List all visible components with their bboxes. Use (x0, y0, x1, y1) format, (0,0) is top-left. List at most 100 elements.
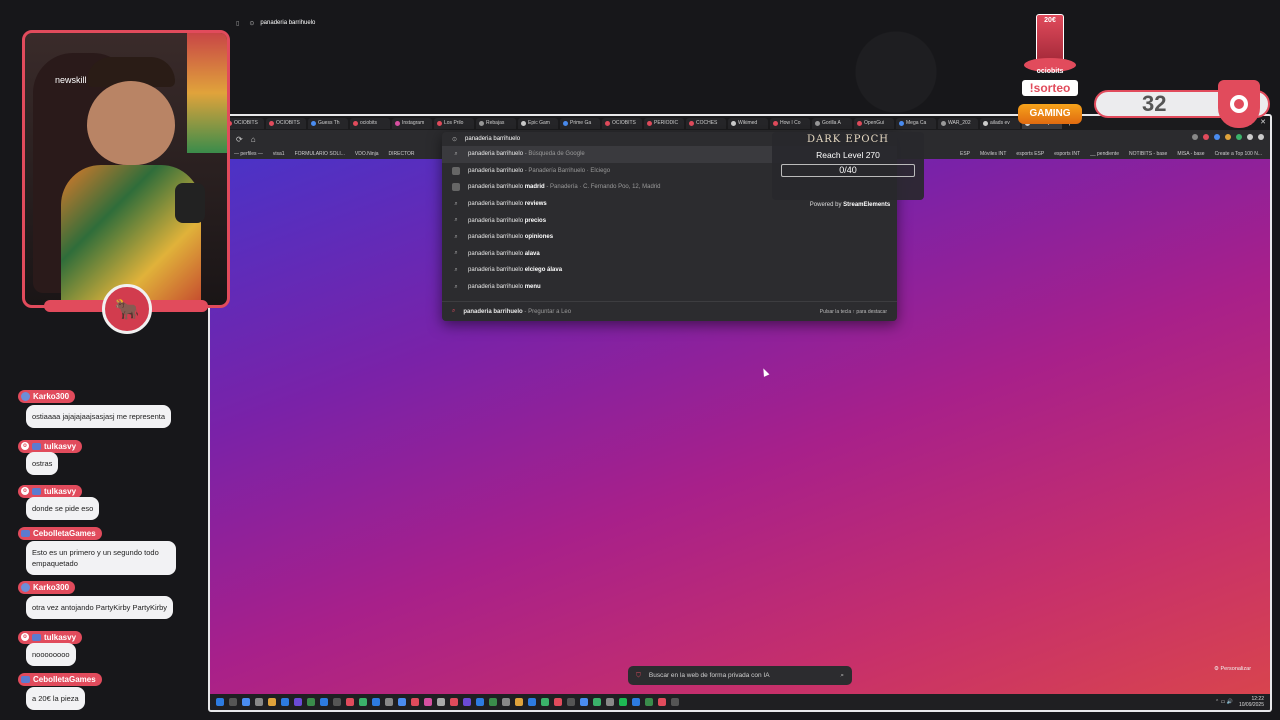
leo-row[interactable]: ⌕ panaderia barrihuelo - Preguntar a Leo… (442, 301, 897, 321)
browser-tab[interactable]: COCHES (686, 117, 726, 129)
suggestion-item[interactable]: ⌕ panaderia barrihuelo alava (442, 246, 897, 263)
browser-tab[interactable]: WAR_202 (938, 117, 978, 129)
taskbar-app-icon[interactable] (554, 698, 562, 706)
extension-icon[interactable] (1236, 134, 1242, 140)
taskbar-app-icon[interactable] (268, 698, 276, 706)
browser-tab[interactable]: Rebajas (476, 117, 516, 129)
bookmark-item[interactable]: Móviles INT (980, 151, 1006, 157)
taskbar-app-icon[interactable] (450, 698, 458, 706)
extension-icon[interactable] (1214, 134, 1220, 140)
tray-icons[interactable]: ⌃ ▭ 🔊 (1215, 699, 1233, 705)
taskbar-app-icon[interactable] (307, 698, 315, 706)
taskbar-app-icon[interactable] (567, 698, 575, 706)
suggestion-item[interactable]: ⌕ panaderia barrihuelo opiniones (442, 229, 897, 246)
taskbar-app-icon[interactable] (489, 698, 497, 706)
bookmark-item[interactable]: FORMULARIO SOLI... (295, 151, 345, 157)
chat-message: o tulkasvy donde se pide eso (18, 479, 100, 520)
tab-label: Wikimed (738, 120, 758, 126)
browser-tab[interactable]: PERIODIC (644, 117, 684, 129)
taskbar-app-icon[interactable] (437, 698, 445, 706)
bookmark-item[interactable]: — perfiles — (234, 151, 263, 157)
browser-tab[interactable]: OCIOBITS (266, 117, 306, 129)
tab-favicon-icon (773, 120, 778, 126)
bookmark-item[interactable]: ESP (960, 151, 970, 157)
search-icon[interactable]: ⌕ (840, 672, 844, 680)
bookmark-item[interactable]: visa1 (273, 151, 285, 157)
taskbar-app-icon[interactable] (385, 698, 393, 706)
brand-label: ociobits (1036, 68, 1064, 75)
taskbar-app-icon[interactable] (398, 698, 406, 706)
taskbar-app-icon[interactable] (528, 698, 536, 706)
bookmark-item[interactable]: VDO.Ninja (355, 151, 379, 157)
taskbar-app-icon[interactable] (294, 698, 302, 706)
taskbar-app-icon[interactable] (320, 698, 328, 706)
browser-tab[interactable]: OCIOBITS (224, 117, 264, 129)
private-search-bar[interactable]: ⛉ Buscar en la web de forma privada con … (628, 666, 852, 685)
suggestion-item[interactable]: ⌕ panaderia barrihuelo menu (442, 279, 897, 296)
home-icon[interactable]: ⌂ (251, 135, 256, 144)
taskbar-app-icon[interactable] (216, 698, 224, 706)
taskbar-app-icon[interactable] (372, 698, 380, 706)
taskbar-app-icon[interactable] (411, 698, 419, 706)
browser-tab[interactable]: Los Prilo (434, 117, 474, 129)
browser-tab[interactable]: ociobits (350, 117, 390, 129)
tab-label: PERIODIC (654, 120, 679, 126)
browser-tab[interactable]: Mega Ca (896, 117, 936, 129)
browser-tab[interactable]: Wikimed (728, 117, 768, 129)
extension-icon[interactable] (1247, 134, 1253, 140)
taskbar-app-icon[interactable] (515, 698, 523, 706)
taskbar-app-icon[interactable] (541, 698, 549, 706)
extension-icon[interactable] (1192, 134, 1198, 140)
personalize-button[interactable]: ⚙ Personalizar (1214, 666, 1251, 672)
bookmark-item[interactable]: esports INT (1054, 151, 1080, 157)
taskbar-app-icon[interactable] (463, 698, 471, 706)
browser-tab[interactable]: Epic Gam (518, 117, 558, 129)
taskbar-app-icon[interactable] (632, 698, 640, 706)
taskbar-app-icon[interactable] (229, 698, 237, 706)
bookmark-item[interactable]: __ pendiente (1090, 151, 1119, 157)
browser-tab[interactable]: Instagram (392, 117, 432, 129)
taskbar-app-icon[interactable] (359, 698, 367, 706)
viewer-counter: 32 (1094, 80, 1270, 128)
taskbar-app-icon[interactable] (658, 698, 666, 706)
taskbar-app-icon[interactable] (606, 698, 614, 706)
taskbar-app-icon[interactable] (333, 698, 341, 706)
taskbar-app-icon[interactable] (424, 698, 432, 706)
search-icon: ⌕ (454, 233, 458, 240)
bookmark-item[interactable]: Create a Top 100 N... (1215, 151, 1262, 157)
bookmark-item[interactable]: DIRECTOR (389, 151, 415, 157)
suggestion-item[interactable]: ⌕ panaderia barrihuelo precios (442, 212, 897, 229)
extension-icon[interactable] (1225, 134, 1231, 140)
taskbar-app-icon[interactable] (593, 698, 601, 706)
browser-tab[interactable]: Guess Th (308, 117, 348, 129)
taskbar-app-icon[interactable] (476, 698, 484, 706)
omnibox[interactable]: ▯ ⊙ panaderia barrihuelo (236, 16, 690, 30)
reload-icon[interactable]: ⟳ (236, 135, 243, 144)
taskbar-app-icon[interactable] (645, 698, 653, 706)
taskbar-app-icon[interactable] (346, 698, 354, 706)
browser-tab[interactable]: Gorilla A (812, 117, 852, 129)
browser-tab[interactable]: OpenGui (854, 117, 894, 129)
browser-tab[interactable]: OCIOBITS (602, 117, 642, 129)
taskbar-app-icon[interactable] (502, 698, 510, 706)
taskbar-app-icon[interactable] (242, 698, 250, 706)
browser-tab[interactable]: How I Co (770, 117, 810, 129)
bookmark-star-icon[interactable]: ▯ (236, 20, 239, 27)
close-icon[interactable]: ✕ (1260, 118, 1266, 126)
taskbar-app-icon[interactable] (255, 698, 263, 706)
browser-tab[interactable]: ailads ev (980, 117, 1020, 129)
taskbar-app-icon[interactable] (619, 698, 627, 706)
tab-label: Rebajas (486, 120, 505, 126)
bookmark-item[interactable]: MISA - base (1177, 151, 1204, 157)
bookmark-item[interactable]: NOTIBITS - base (1129, 151, 1167, 157)
browser-tab[interactable]: Prime Ga (560, 117, 600, 129)
taskbar-app-icon[interactable] (580, 698, 588, 706)
taskbar-app-icon[interactable] (671, 698, 679, 706)
place-image-icon (452, 166, 460, 175)
menu-icon[interactable] (1258, 134, 1264, 140)
taskbar-app-icon[interactable] (281, 698, 289, 706)
bookmark-item[interactable]: esports ESP (1016, 151, 1044, 157)
extension-icon[interactable] (1203, 134, 1209, 140)
suggestion-item[interactable]: ⌕ panaderia barrihuelo elciego álava (442, 262, 897, 279)
username-text: CebolletaGames (33, 529, 96, 538)
